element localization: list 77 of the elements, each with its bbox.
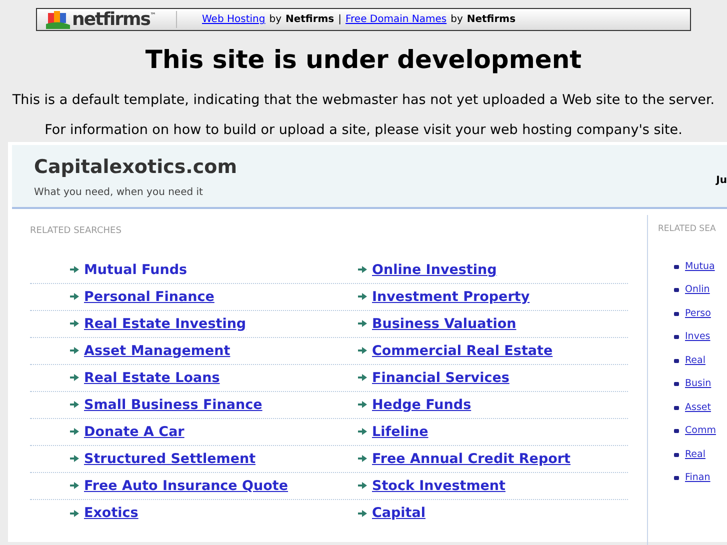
arrow-icon: [70, 374, 79, 382]
search-link[interactable]: Mutual Funds: [84, 260, 188, 280]
arrow-icon: [70, 266, 79, 274]
search-link[interactable]: Online Investing: [372, 260, 497, 280]
arrow-icon: [70, 347, 79, 354]
search-link[interactable]: Investment Property: [372, 286, 530, 307]
paragraph: This is a default template, indicating that the webmaster has not yet uploaded a Web site to the server.: [11, 92, 716, 108]
paragraph: For information on how to build or upload a site, please visit your web hosting company's site.: [44, 122, 684, 138]
label: by: [269, 13, 282, 27]
section-heading: RELATED SEA: [658, 223, 717, 236]
search-link[interactable]: Capital: [372, 503, 426, 524]
arrow-icon: [70, 401, 79, 408]
page-heading: This site is under development: [144, 45, 583, 75]
search-link[interactable]: Structured Settlement: [84, 448, 256, 469]
search-link[interactable]: Financial Services: [372, 368, 510, 388]
bullet-icon: [674, 288, 679, 292]
bullet-icon: [674, 429, 679, 434]
link[interactable]: Free Domain Names: [346, 12, 447, 27]
arrow-icon: [358, 374, 367, 382]
brand-text: Netfirms: [285, 13, 334, 27]
search-link[interactable]: Commercial Real Estate: [372, 340, 553, 361]
arrow-icon: [358, 455, 367, 462]
search-link[interactable]: Asset: [685, 400, 711, 415]
search-link[interactable]: Personal Finance: [84, 286, 214, 307]
brand-text: Netfirms: [466, 13, 516, 27]
bullet-icon: [674, 476, 679, 480]
link[interactable]: Web Hosting: [202, 12, 266, 27]
logo-icon: [46, 10, 72, 28]
search-link[interactable]: Small Business Finance: [84, 394, 262, 415]
arrow-icon: [358, 401, 367, 408]
section-heading: RELATED SEARCHES: [30, 225, 122, 238]
arrow-icon: [358, 482, 367, 490]
arrow-icon: [358, 293, 367, 300]
bullet-icon: [674, 406, 679, 410]
search-link[interactable]: Stock Investment: [372, 476, 506, 496]
search-link[interactable]: Real: [685, 354, 706, 368]
search-link[interactable]: Finan: [685, 471, 710, 486]
search-link[interactable]: Real: [685, 448, 706, 462]
arrow-icon: [358, 347, 367, 354]
search-link[interactable]: Perso: [685, 306, 711, 321]
arrow-icon: [70, 320, 79, 328]
bullet-icon: [674, 358, 679, 363]
arrow-icon: [358, 320, 367, 328]
search-link[interactable]: Busin: [685, 377, 712, 392]
arrow-icon: [70, 428, 79, 436]
arrow-icon: [358, 510, 367, 517]
search-link[interactable]: Business Valuation: [372, 314, 516, 334]
search-link[interactable]: Inves: [685, 330, 710, 344]
search-link[interactable]: Free Auto Insurance Quote: [84, 476, 288, 496]
label: by: [450, 13, 463, 27]
corner-text: Ju: [716, 174, 727, 188]
bullet-icon: [674, 335, 679, 340]
logo-text: netfirms: [72, 10, 150, 28]
bullet-icon: [674, 264, 679, 269]
search-link[interactable]: Donate A Car: [84, 422, 184, 442]
arrow-icon: [358, 428, 367, 436]
bullet-icon: [674, 312, 679, 316]
search-link[interactable]: Comm: [685, 424, 716, 438]
arrow-icon: [70, 455, 79, 462]
search-link[interactable]: Lifeline: [372, 422, 428, 442]
search-link[interactable]: Real Estate Loans: [84, 368, 220, 388]
bullet-icon: [674, 382, 679, 386]
arrow-icon: [70, 482, 79, 490]
bullet-icon: [674, 452, 679, 457]
site-tagline: What you need, when you need it: [34, 186, 203, 200]
arrow-icon: [70, 293, 79, 300]
site-title: Capitalexotics.com: [34, 157, 238, 178]
search-link[interactable]: Free Annual Credit Report: [372, 448, 571, 469]
search-link[interactable]: Asset Management: [84, 340, 230, 361]
search-link[interactable]: Hedge Funds: [372, 394, 472, 415]
arrow-icon: [358, 266, 367, 274]
label: |: [338, 13, 342, 27]
search-link[interactable]: Exotics: [84, 503, 138, 524]
search-link[interactable]: Mutua: [685, 260, 715, 274]
arrow-icon: [70, 510, 79, 517]
search-link[interactable]: Onlin: [685, 283, 710, 298]
search-link[interactable]: Real Estate Investing: [84, 314, 246, 334]
